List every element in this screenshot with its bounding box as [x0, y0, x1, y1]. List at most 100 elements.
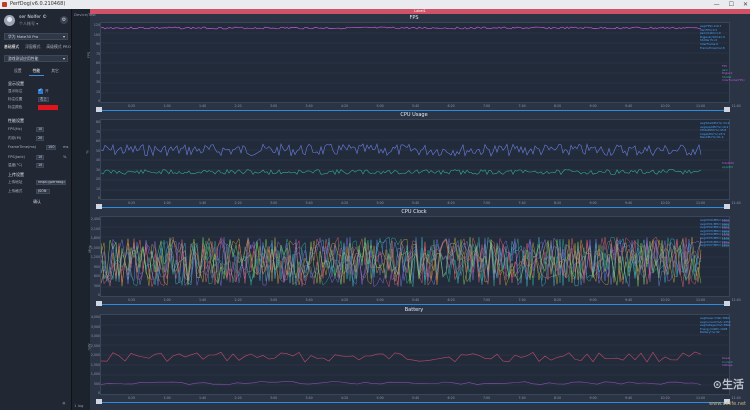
y-tick-label: 40 — [95, 158, 100, 162]
row-label-position: 标注位置 右上 — [8, 97, 68, 103]
chart-stats-legend: AvgTotalCPU(%):34.9 AvgAppCPU(%):19.2 CTot… — [700, 121, 729, 140]
scrollbar-end-handle[interactable] — [724, 301, 730, 306]
x-tick-label: 8:20 — [554, 104, 562, 108]
x-tick-label: 9:00 — [589, 201, 597, 205]
legend-item[interactable]: InterFrame(FPS) — [722, 79, 745, 83]
x-tick-label: 3:40 — [305, 201, 313, 205]
x-tick-label: 11:00 — [696, 298, 706, 302]
upload-url-input[interactable]: https://perfdog.q — [36, 180, 66, 185]
chart-plot-area[interactable]: AvgPower(mW):3860 AvgCurrent(mA):1052 AvgV… — [100, 314, 733, 395]
fps-hz-input[interactable]: 10 — [36, 127, 45, 132]
x-tick-label: 9:40 — [625, 201, 633, 205]
row-fps-jank: FPS(Jank) 10% — [8, 155, 68, 161]
legend-item[interactable]: AppCPU — [722, 165, 734, 170]
y-tick-label: 1,500 — [90, 362, 100, 367]
x-tick-label: 1:40 — [199, 396, 207, 400]
x-tick-label: 10:20 — [660, 298, 670, 302]
chart-plot-area[interactable]: AvgCPU0(MHz):1004 AvgCPU1(MHz):1004 AvgCPU… — [100, 216, 731, 297]
row-label: 标注颜色 — [8, 105, 23, 109]
tab-performance[interactable]: 性能 — [28, 67, 45, 76]
x-tick-label: 7:40 — [518, 201, 526, 205]
y-tick-label: 75 — [95, 51, 100, 56]
series-line — [101, 381, 702, 385]
tab-other[interactable]: 其它 — [47, 67, 63, 76]
series-legend: TotalCPU AppCPU — [722, 161, 734, 170]
account-type[interactable]: 个人帐号 ▾ — [19, 21, 38, 27]
x-tick-label: 6:20 — [447, 298, 455, 302]
x-tick-label: 2:20 — [234, 104, 242, 108]
chart-title: CPU Clock — [401, 209, 427, 215]
y-tick-label: 600 — [93, 274, 100, 278]
avatar[interactable] — [4, 15, 15, 26]
time-range-scrollbar[interactable] — [100, 402, 730, 403]
y-tick-label: 30 — [95, 167, 100, 172]
chart-plot-area[interactable]: Avg(FPS):119.7 Var(FPS):0.3 Jank(/10min):0… — [100, 22, 745, 103]
tab-advanced-mode[interactable]: 高级模式 PRO — [46, 44, 70, 50]
time-range-scrollbar[interactable] — [100, 110, 730, 111]
close-button[interactable]: ✕ — [743, 0, 748, 9]
memory-input[interactable]: 20 — [36, 136, 45, 141]
x-tick-label: 10:20 — [660, 104, 670, 108]
chart-svg — [101, 324, 731, 386]
fps-jank-input[interactable]: 10 — [36, 155, 45, 160]
x-tick-label: 5:00 — [376, 201, 384, 205]
y-tick-label: 300 — [93, 283, 100, 288]
x-tick-label: 3:40 — [305, 298, 313, 302]
maximize-button[interactable]: ☐ — [729, 0, 734, 9]
legend-item[interactable]: CPU7 — [722, 245, 729, 249]
y-tick-label: 90 — [95, 42, 100, 46]
color-swatch[interactable] — [38, 105, 58, 110]
x-tick-label: 0:25 — [128, 201, 136, 205]
stat-item: MaxCPU(%):61.4 — [700, 135, 724, 140]
temperature-input[interactable]: 10 — [36, 163, 45, 168]
sidebar: ser Nolfer © 个人帐号 ▾ ⚙ 华为 Mate30 Pro ▾ 基础模… — [0, 9, 72, 410]
y-tick-label: 15 — [95, 89, 100, 94]
row-label: 上传格式 — [8, 189, 23, 193]
chart-plot-area[interactable]: AvgTotalCPU(%):34.9 AvgAppCPU(%):19.2 CTot… — [100, 119, 734, 200]
main-area: Label1 FPS 120 105 90 75 60 45 30 15 0 FPS Avg(FPS)… — [86, 9, 750, 410]
y-tick-label: 2,100 — [90, 226, 100, 231]
device-select[interactable]: 华为 Mate30 Pro ▾ — [4, 33, 68, 40]
x-tick-label: 4:20 — [341, 201, 349, 205]
x-tick-label: 2:20 — [234, 201, 242, 205]
window-title: PerfDog(v6.0.210468) — [10, 1, 66, 7]
x-tick-label: 7:40 — [518, 298, 526, 302]
row-upload-format: 上传格式 JSON — [8, 189, 68, 195]
checkbox-label: 开 — [45, 89, 49, 93]
show-label-checkbox[interactable] — [38, 88, 43, 94]
collapse-icon[interactable]: « — [62, 400, 66, 407]
confirm-button[interactable]: 确认 — [32, 199, 42, 205]
x-tick-label: 9:00 — [589, 104, 597, 108]
user-panel[interactable]: ser Nolfer © 个人帐号 ▾ ⚙ — [4, 14, 68, 28]
time-range-scrollbar[interactable] — [100, 207, 730, 208]
x-tick-label: 8:20 — [554, 396, 562, 400]
series-legend: Power Current Voltage — [722, 356, 733, 368]
row-frametime: FrameTime(ms) 100 ms — [8, 145, 68, 151]
label-position-select[interactable]: 右上 — [38, 97, 49, 102]
scrollbar-start-handle[interactable] — [96, 301, 102, 306]
y-tick-label: 45 — [95, 70, 100, 75]
upload-format-select[interactable]: JSON — [36, 189, 50, 194]
chevron-down-icon: ▾ — [62, 34, 65, 39]
gear-icon[interactable]: ⚙ — [60, 16, 68, 24]
tab-settings[interactable]: 设置 — [10, 67, 26, 76]
label-timeline[interactable]: Label1 — [90, 9, 750, 14]
chart-svg — [101, 26, 731, 94]
x-tick-label: 11:00 — [696, 396, 706, 400]
tab-basic-mode[interactable]: 基础模式 — [4, 44, 19, 50]
x-tick-label: 6:20 — [447, 396, 455, 400]
tab-float-mode[interactable]: 浮窗模式 — [25, 44, 40, 50]
x-tick-label: 11:00 — [696, 201, 706, 205]
row-unit: ms — [63, 145, 69, 149]
app-select[interactable]: 游戏测试应用性能 ▾ — [4, 55, 68, 62]
y-tick-label: 0 — [97, 196, 100, 200]
stat-item: Battery(%):92 — [700, 330, 720, 335]
minimize-button[interactable]: — — [714, 0, 720, 9]
section-perf: 性能设置 — [8, 118, 24, 123]
scrollbar-start-handle[interactable] — [96, 399, 102, 404]
y-tick-label: 0 — [97, 293, 100, 297]
frametime-input[interactable]: 100 — [46, 145, 57, 150]
legend-item[interactable]: Voltage — [722, 364, 733, 368]
time-range-scrollbar[interactable] — [100, 304, 730, 305]
x-tick-label: 11:40 — [731, 298, 741, 302]
